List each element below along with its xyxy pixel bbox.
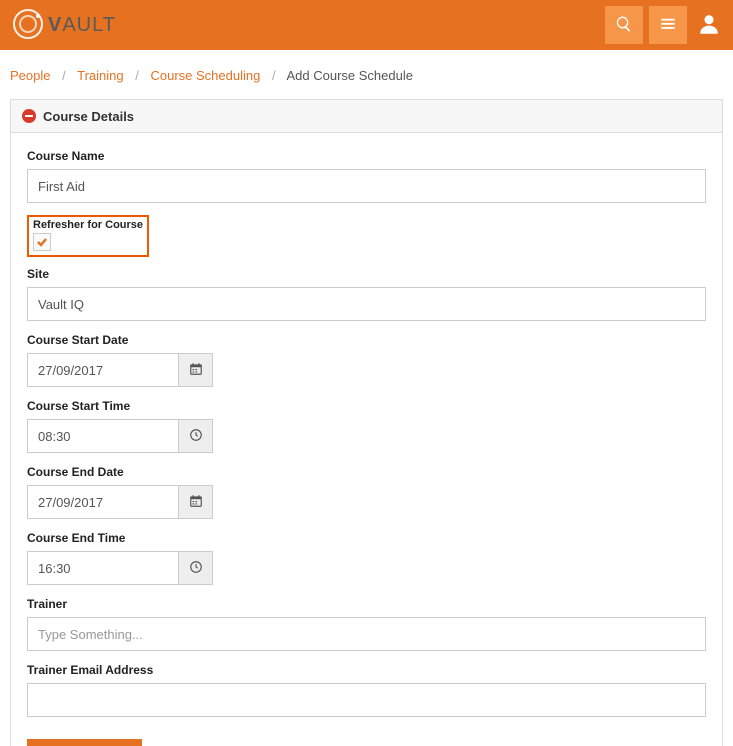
start-time-input[interactable] (27, 419, 179, 453)
refresher-highlight: Refresher for Course (27, 215, 149, 257)
calendar-icon (189, 362, 203, 379)
panel-title: Course Details (43, 109, 134, 124)
breadcrumb: People / Training / Course Scheduling / … (0, 50, 733, 99)
trainer-group: Trainer (27, 597, 706, 651)
course-name-group: Course Name (27, 149, 706, 203)
user-menu-button[interactable] (695, 11, 723, 39)
end-date-group: Course End Date (27, 465, 706, 519)
end-date-input[interactable] (27, 485, 179, 519)
brand-logo: VVAULTAULT (10, 6, 116, 45)
breadcrumb-training[interactable]: Training (77, 68, 123, 83)
refresher-label: Refresher for Course (33, 219, 143, 231)
menu-icon (659, 15, 677, 36)
site-label: Site (27, 267, 706, 281)
clock-icon (189, 560, 203, 577)
end-time-input[interactable] (27, 551, 179, 585)
logo-icon (10, 6, 46, 45)
end-time-label: Course End Time (27, 531, 706, 545)
breadcrumb-people[interactable]: People (10, 68, 50, 83)
search-icon (615, 15, 633, 36)
start-time-label: Course Start Time (27, 399, 706, 413)
clock-icon (189, 428, 203, 445)
search-button[interactable] (605, 6, 643, 44)
course-name-input[interactable] (27, 169, 706, 203)
course-name-label: Course Name (27, 149, 706, 163)
breadcrumb-sep: / (135, 68, 139, 83)
end-date-label: Course End Date (27, 465, 706, 479)
collapse-icon (21, 108, 37, 124)
user-icon (696, 11, 722, 40)
breadcrumb-sep: / (272, 68, 276, 83)
header-actions (605, 6, 723, 44)
start-date-picker-button[interactable] (179, 353, 213, 387)
trainer-email-input[interactable] (27, 683, 706, 717)
trainer-email-label: Trainer Email Address (27, 663, 706, 677)
start-date-group: Course Start Date (27, 333, 706, 387)
start-date-label: Course Start Date (27, 333, 706, 347)
app-scroll[interactable]: VVAULTAULT People / Training / (0, 0, 733, 746)
start-date-input[interactable] (27, 353, 179, 387)
start-time-picker-button[interactable] (179, 419, 213, 453)
refresher-checkbox[interactable] (33, 233, 51, 251)
notify-trainer-button[interactable]: Notify Trainer (27, 739, 142, 746)
start-time-group: Course Start Time (27, 399, 706, 453)
trainer-input[interactable] (27, 617, 706, 651)
trainer-email-group: Trainer Email Address (27, 663, 706, 717)
panel-header[interactable]: Course Details (11, 100, 722, 133)
breadcrumb-current: Add Course Schedule (287, 68, 413, 83)
panel-body: Course Name Refresher for Course Site Co… (11, 133, 722, 746)
site-group: Site (27, 267, 706, 321)
brand-name: VVAULTAULT (48, 14, 116, 37)
app-header: VVAULTAULT (0, 0, 733, 50)
breadcrumb-course-scheduling[interactable]: Course Scheduling (150, 68, 260, 83)
end-time-group: Course End Time (27, 531, 706, 585)
menu-button[interactable] (649, 6, 687, 44)
end-date-picker-button[interactable] (179, 485, 213, 519)
trainer-label: Trainer (27, 597, 706, 611)
end-time-picker-button[interactable] (179, 551, 213, 585)
breadcrumb-sep: / (62, 68, 66, 83)
course-details-panel: Course Details Course Name Refresher for… (10, 99, 723, 746)
calendar-icon (189, 494, 203, 511)
site-input[interactable] (27, 287, 706, 321)
